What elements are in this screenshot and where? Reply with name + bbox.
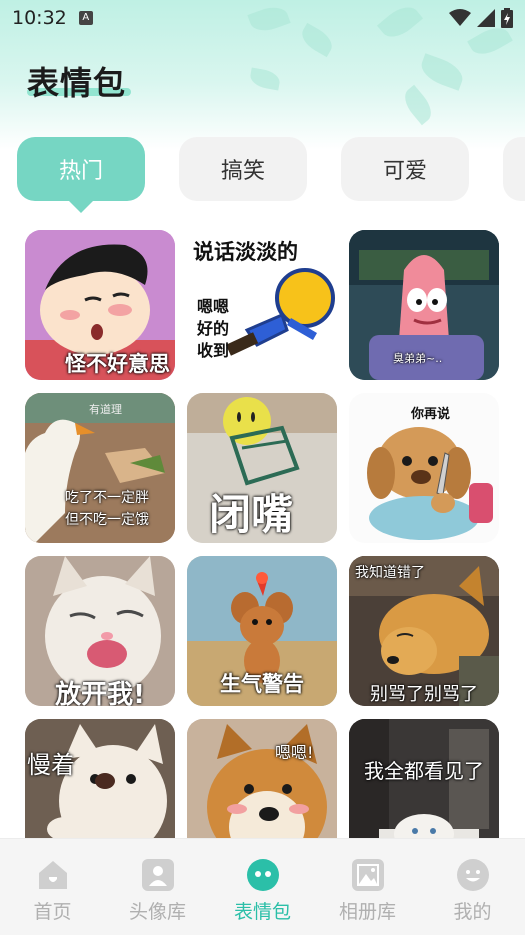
sticker-caption: 怪不好意思 xyxy=(65,352,170,376)
category-tabs: 热门 搞笑 可爱 xyxy=(17,137,525,213)
sticker-card[interactable]: 怪不好意思 xyxy=(25,230,175,380)
avatar-icon xyxy=(141,859,174,891)
nav-label: 首页 xyxy=(33,901,72,923)
sticker-card[interactable]: 放开我! xyxy=(25,556,175,706)
sticker-caption: 放开我! xyxy=(55,680,145,706)
sticker-subcaption: 吃了不一定胖 但不吃一定饿 xyxy=(65,490,149,528)
tab-label: 可爱 xyxy=(382,159,427,184)
nav-label: 我的 xyxy=(453,901,492,923)
nav-label: 相册库 xyxy=(338,901,396,923)
leaf-decoration xyxy=(248,67,282,91)
bottom-nav: 首页 头像库 表情包 相册库 我的 xyxy=(0,838,525,935)
sticker-subcaption: 嗯嗯 好的 收到 xyxy=(197,297,230,360)
sticker-caption: 生气警告 xyxy=(220,672,304,696)
nav-label: 头像库 xyxy=(128,901,186,923)
tab-funny[interactable]: 搞笑 xyxy=(179,137,307,201)
tab-more[interactable] xyxy=(503,137,525,201)
sticker-card[interactable]: 有道理 吃了不一定胖 但不吃一定饿 xyxy=(25,393,175,543)
album-icon xyxy=(351,859,384,891)
a-icon: A xyxy=(78,11,93,25)
status-bar: 10:32 A xyxy=(0,0,525,36)
leaf-decoration xyxy=(417,53,467,91)
sticker-caption: 闭嘴 xyxy=(209,490,294,539)
sticker-card[interactable]: 你再说 xyxy=(349,393,499,543)
sticker-card[interactable]: 说话淡淡的 嗯嗯 好的 收到 xyxy=(187,230,337,380)
nav-item-avatar-library[interactable]: 头像库 xyxy=(105,839,210,935)
nav-item-album-library[interactable]: 相册库 xyxy=(315,839,420,935)
profile-icon xyxy=(456,859,489,891)
tab-cute[interactable]: 可爱 xyxy=(341,137,469,201)
battery-icon xyxy=(501,8,513,28)
nav-item-home[interactable]: 首页 xyxy=(0,839,105,935)
leaf-decoration xyxy=(398,84,438,126)
tab-label: 热门 xyxy=(58,159,103,184)
sticker-caption: 我知道错了 xyxy=(355,565,425,581)
sticker-icon xyxy=(246,859,279,891)
home-icon xyxy=(37,859,69,891)
tab-hot[interactable]: 热门 xyxy=(17,137,145,213)
sticker-card[interactable]: 臭弟弟~.. xyxy=(349,230,499,380)
sticker-caption: 臭弟弟~.. xyxy=(393,352,443,365)
status-icons xyxy=(449,8,513,28)
sticker-card[interactable]: 生气警告 xyxy=(187,556,337,706)
status-time: 10:32 xyxy=(12,7,67,29)
sticker-caption: 我全都看见了 xyxy=(364,759,484,783)
sticker-subcaption: 别骂了别骂了 xyxy=(370,684,478,705)
signal-icon xyxy=(477,9,495,27)
nav-item-stickers[interactable]: 表情包 xyxy=(210,839,315,935)
sticker-caption: 有道理 xyxy=(89,403,122,416)
sticker-caption: 慢着 xyxy=(27,751,75,779)
page-title: 表情包 xyxy=(27,64,127,102)
nav-item-profile[interactable]: 我的 xyxy=(420,839,525,935)
nav-label: 表情包 xyxy=(233,901,291,923)
sticker-caption: 说话淡淡的 xyxy=(193,240,298,264)
sticker-card[interactable]: 闭嘴 xyxy=(187,393,337,543)
sticker-caption: 你再说 xyxy=(411,407,451,422)
sticker-card[interactable]: 我知道错了 别骂了别骂了 xyxy=(349,556,499,706)
sticker-caption: 嗯嗯! xyxy=(275,743,314,762)
tab-label: 搞笑 xyxy=(220,159,265,184)
wifi-icon xyxy=(449,9,471,26)
